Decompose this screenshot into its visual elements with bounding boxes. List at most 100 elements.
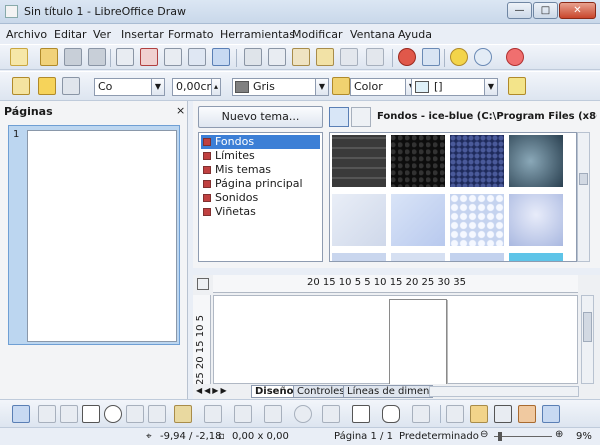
canvas-vertical-scrollbar[interactable]	[581, 295, 594, 384]
rectangle-tool-icon[interactable]	[82, 405, 100, 423]
flowchart-icon[interactable]	[352, 405, 370, 423]
clone-formatting-icon[interactable]	[316, 48, 334, 66]
menu-herramientas[interactable]: Herramientas	[220, 28, 295, 41]
zoom-thumb[interactable]	[498, 432, 502, 441]
line-style-dropdown-arrow[interactable]: ▼	[151, 78, 165, 96]
line-width-field[interactable]: 0,00cm	[172, 78, 212, 96]
theme-limites[interactable]: Límites	[201, 149, 320, 163]
gallery-scrollbar-thumb[interactable]	[579, 173, 588, 185]
gallery-tile-ice-white[interactable]	[332, 194, 386, 246]
basic-shapes-icon[interactable]	[264, 405, 282, 423]
line-width-spinner[interactable]: ▴	[211, 78, 221, 96]
export-pdf-icon[interactable]	[140, 48, 158, 66]
save-icon[interactable]	[64, 48, 82, 66]
undo-icon[interactable]	[340, 48, 358, 66]
spellcheck-icon[interactable]	[188, 48, 206, 66]
icon-view-icon[interactable]	[329, 107, 349, 127]
line-color-select[interactable]: Gris	[232, 78, 316, 96]
line-color-dropdown-arrow[interactable]: ▼	[315, 78, 329, 96]
gallery-icon[interactable]	[450, 48, 468, 66]
zoom-in-icon[interactable]: ⊕	[555, 429, 563, 440]
ellipse-tool-icon[interactable]	[104, 405, 122, 423]
callouts-icon[interactable]	[382, 405, 400, 423]
theme-pagina-principal[interactable]: Página principal	[201, 177, 320, 191]
theme-fondos[interactable]: Fondos	[201, 135, 320, 149]
gallery-tile-brick[interactable]	[332, 135, 386, 187]
zoom-slider[interactable]: ⊖ ⊕	[480, 429, 566, 442]
points-icon[interactable]	[446, 405, 464, 423]
fontwork-icon[interactable]	[494, 405, 512, 423]
gallery-tile-row3[interactable]	[391, 253, 445, 261]
new-theme-button[interactable]: Nuevo tema...	[198, 106, 323, 128]
paste-icon[interactable]	[292, 48, 310, 66]
copy-icon[interactable]	[268, 48, 286, 66]
theme-mis-temas[interactable]: Mis temas	[201, 163, 320, 177]
area-fill-select[interactable]: []	[411, 78, 485, 96]
line-tool-icon[interactable]	[38, 405, 56, 423]
menu-ventana[interactable]: Ventana	[350, 28, 395, 41]
gallery-tile-ice-light[interactable]	[391, 194, 445, 246]
area-style-select[interactable]: Color	[350, 78, 406, 96]
text-tool-icon[interactable]	[126, 405, 144, 423]
maximize-button[interactable]: □	[533, 2, 558, 19]
curve-tool-icon[interactable]	[174, 405, 192, 423]
email-icon[interactable]	[88, 48, 106, 66]
menu-editar[interactable]: Editar	[54, 28, 87, 41]
menu-formato[interactable]: Formato	[168, 28, 214, 41]
lines-arrows-icon[interactable]	[234, 405, 252, 423]
gallery-scrollbar[interactable]	[577, 132, 590, 262]
horizontal-ruler[interactable]: 20 15 10 5 5 10 15 20 25 30 35	[213, 275, 578, 293]
vertical-text-icon[interactable]	[148, 405, 166, 423]
edit-file-icon[interactable]	[116, 48, 134, 66]
area-fill-dropdown-arrow[interactable]: ▼	[484, 78, 498, 96]
gallery-tile-row3[interactable]	[332, 253, 386, 261]
new-document-icon[interactable]	[10, 48, 28, 66]
gallery-tile-row3[interactable]	[450, 253, 504, 261]
line-style-select[interactable]: Co	[94, 78, 152, 96]
open-folder-icon[interactable]	[40, 48, 58, 66]
gallery-tile-ice-blue[interactable]	[509, 194, 563, 246]
chart-icon[interactable]	[398, 48, 416, 66]
gallery-tile-blue-texture[interactable]	[450, 135, 504, 187]
zoom-out-icon[interactable]: ⊖	[480, 429, 488, 440]
gallery-tile-ice-bubbles[interactable]	[450, 194, 504, 246]
line-icon[interactable]	[38, 77, 56, 95]
vertical-ruler[interactable]: 25 20 15 10 5	[193, 295, 211, 385]
arrow-line-tool-icon[interactable]	[60, 405, 78, 423]
menu-ver[interactable]: Ver	[93, 28, 111, 41]
navigator-icon[interactable]	[422, 48, 440, 66]
minimize-button[interactable]: —	[507, 2, 532, 19]
canvas-horizontal-scrollbar[interactable]	[429, 386, 579, 397]
extrusion-icon[interactable]	[542, 405, 560, 423]
tab-stop-icon[interactable]	[197, 278, 209, 290]
connector-tool-icon[interactable]	[204, 405, 222, 423]
select-arrow-icon[interactable]	[12, 405, 30, 423]
theme-sonidos[interactable]: Sonidos	[201, 191, 320, 205]
tab-lineas-de-dimension[interactable]: Líneas de dimen	[343, 385, 434, 398]
area-icon[interactable]	[332, 77, 350, 95]
theme-vinetas[interactable]: Viñetas	[201, 205, 320, 219]
from-file-icon[interactable]	[518, 405, 536, 423]
status-zoom[interactable]: 9%	[576, 431, 592, 442]
drawing-page[interactable]	[389, 299, 447, 385]
stars-icon[interactable]	[412, 405, 430, 423]
gallery-tile-dark-granite[interactable]	[391, 135, 445, 187]
menu-insertar[interactable]: Insertar	[121, 28, 164, 41]
block-arrows-icon[interactable]	[322, 405, 340, 423]
drawing-canvas[interactable]	[213, 295, 578, 385]
print-icon[interactable]	[164, 48, 182, 66]
help-icon[interactable]	[506, 48, 524, 66]
canvas-scrollbar-thumb[interactable]	[583, 312, 592, 342]
menu-ayuda[interactable]: Ayuda	[398, 28, 432, 41]
cut-icon[interactable]	[244, 48, 262, 66]
redo-icon[interactable]	[366, 48, 384, 66]
tab-controles[interactable]: Controles	[293, 385, 349, 398]
pages-panel-close-icon[interactable]: ×	[176, 104, 185, 117]
menu-archivo[interactable]: Archivo	[6, 28, 47, 41]
tab-navigation-icons[interactable]: ◀◀▶▶	[196, 386, 248, 397]
gallery-tile-row3[interactable]	[509, 253, 563, 261]
detail-view-icon[interactable]	[351, 107, 371, 127]
autospellcheck-icon[interactable]	[212, 48, 230, 66]
styles-icon[interactable]	[12, 77, 30, 95]
close-button[interactable]: ✕	[559, 2, 596, 19]
